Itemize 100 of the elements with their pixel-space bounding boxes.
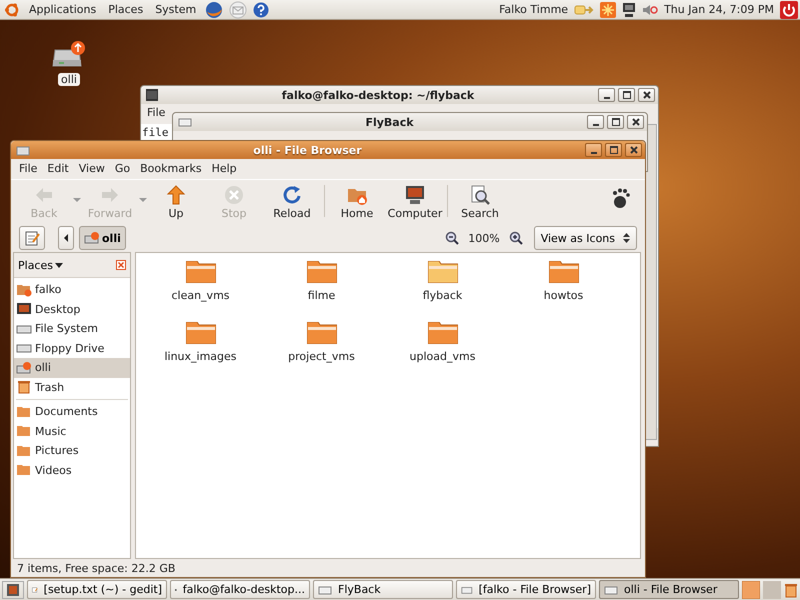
update-notifier-icon[interactable]: [600, 2, 616, 18]
zoom-level: 100%: [468, 232, 500, 244]
browser-globe-icon[interactable]: [205, 0, 224, 18]
window-title: olli - File Browser: [252, 144, 363, 156]
menu-item[interactable]: Go: [114, 162, 130, 176]
taskbar-button[interactable]: FlyBack: [313, 580, 453, 599]
folder-icon: [428, 322, 458, 344]
sidebar-item[interactable]: Desktop: [14, 300, 130, 319]
taskbar-button[interactable]: falko@falko-desktop...: [170, 580, 310, 599]
scroll-left-button[interactable]: [58, 226, 74, 250]
menu-item[interactable]: View: [78, 162, 105, 176]
removable-drive-icon: [16, 360, 32, 375]
folder-item[interactable]: filme: [261, 257, 382, 318]
sidebar-item[interactable]: Floppy Drive: [14, 338, 130, 358]
maximize-button[interactable]: [618, 88, 635, 102]
sidebar-item[interactable]: Pictures: [14, 441, 130, 460]
stop-icon: [223, 184, 245, 206]
folder-item[interactable]: project_vms: [261, 318, 382, 379]
computer-button[interactable]: Computer: [386, 183, 444, 221]
maximize-button[interactable]: [607, 115, 624, 129]
close-button[interactable]: [638, 88, 655, 102]
up-button[interactable]: Up: [147, 183, 205, 221]
maximize-icon: [612, 118, 620, 126]
sidebar-item[interactable]: File System: [14, 319, 130, 338]
panel-menu[interactable]: Places: [105, 3, 146, 16]
minimize-button[interactable]: [587, 115, 604, 129]
minimize-button[interactable]: [598, 88, 615, 102]
workspace-icon[interactable]: [742, 580, 760, 598]
trash-icon: [16, 380, 32, 394]
terminal-line: file: [142, 126, 168, 139]
speaker-icon[interactable]: [642, 2, 658, 16]
panel-menu[interactable]: System: [152, 3, 200, 16]
zoom-out-icon[interactable]: [445, 231, 460, 245]
path-button[interactable]: olli: [79, 226, 126, 250]
sidebar-item[interactable]: Trash: [14, 378, 130, 397]
edit-location-button[interactable]: [19, 226, 45, 250]
caret-icon: [54, 262, 63, 268]
sidebar-item[interactable]: Music: [14, 422, 130, 441]
taskbar-button[interactable]: [falko - File Browser]: [456, 580, 596, 599]
sidebar-item[interactable]: olli: [14, 358, 130, 378]
show-desktop-button[interactable]: [2, 580, 24, 598]
reload-icon: [281, 184, 303, 206]
folder-icon: [548, 261, 578, 283]
view-dropdown[interactable]: View as Icons: [534, 226, 637, 250]
up-arrow-icon: [165, 184, 187, 206]
maximize-icon: [622, 91, 630, 99]
zoom-in-icon[interactable]: [508, 231, 523, 245]
window-icon: [318, 584, 332, 596]
folder-item[interactable]: upload_vms: [382, 318, 503, 379]
menu-item[interactable]: File: [19, 162, 38, 176]
menu-item[interactable]: Edit: [47, 162, 69, 176]
search-button[interactable]: Search: [451, 183, 509, 221]
drive-icon: [178, 116, 192, 128]
home-button[interactable]: Home: [328, 183, 386, 221]
desktop-icon: [16, 302, 32, 316]
folder-item[interactable]: howtos: [503, 257, 624, 318]
close-icon: [642, 91, 650, 99]
sidebar-item[interactable]: Videos: [14, 460, 130, 480]
window-icon: [604, 584, 618, 596]
window-title: falko@falko-desktop: ~/flyback: [280, 88, 476, 102]
clock[interactable]: Thu Jan 24, 7:09 PM: [664, 3, 774, 16]
maximize-button[interactable]: [605, 143, 622, 157]
close-icon: [632, 118, 640, 126]
trash-icon[interactable]: [784, 582, 798, 598]
folder-item[interactable]: clean_vms: [140, 257, 261, 318]
sidebar-item[interactable]: Documents: [14, 402, 130, 422]
folder-icon: [428, 261, 458, 283]
folder-icon: [16, 404, 32, 419]
help-icon[interactable]: [253, 2, 270, 18]
taskbar-button[interactable]: olli - File Browser: [599, 580, 739, 599]
sidebar-item[interactable]: falko: [14, 280, 130, 300]
menu-item[interactable]: Help: [212, 162, 237, 176]
menu-item[interactable]: Bookmarks: [140, 162, 202, 176]
minimize-button[interactable]: [585, 143, 602, 157]
user-name[interactable]: Falko Timme: [499, 3, 568, 16]
power-icon[interactable]: [780, 0, 798, 18]
folder-icon: [186, 322, 216, 344]
monitor-icon[interactable]: [622, 2, 636, 18]
computer-icon: [404, 184, 426, 206]
home-folder-icon: [16, 282, 32, 297]
window-title: FlyBack: [364, 116, 415, 128]
folder-item[interactable]: flyback: [382, 257, 503, 318]
search-icon: [469, 184, 491, 206]
maximize-icon: [610, 146, 618, 154]
desktop-icon-label[interactable]: olli: [58, 73, 80, 86]
footprint-icon: [611, 187, 631, 209]
desktop-icon: [7, 584, 19, 596]
reload-button[interactable]: Reload: [263, 183, 321, 221]
folder-icon: [16, 424, 32, 438]
close-icon[interactable]: [116, 260, 126, 270]
folder-icon: [306, 261, 336, 283]
folder-icon: [16, 444, 32, 458]
folder-item[interactable]: linux_images: [140, 318, 261, 379]
menu-item[interactable]: File: [147, 106, 166, 122]
removable-drive-icon: [84, 231, 100, 245]
ubuntu-logo-icon[interactable]: [4, 2, 20, 18]
panel-menu[interactable]: Applications: [26, 3, 100, 16]
close-button[interactable]: [627, 115, 644, 129]
close-button[interactable]: [625, 143, 642, 157]
taskbar-button[interactable]: [setup.txt (~) - gedit]: [27, 580, 167, 599]
